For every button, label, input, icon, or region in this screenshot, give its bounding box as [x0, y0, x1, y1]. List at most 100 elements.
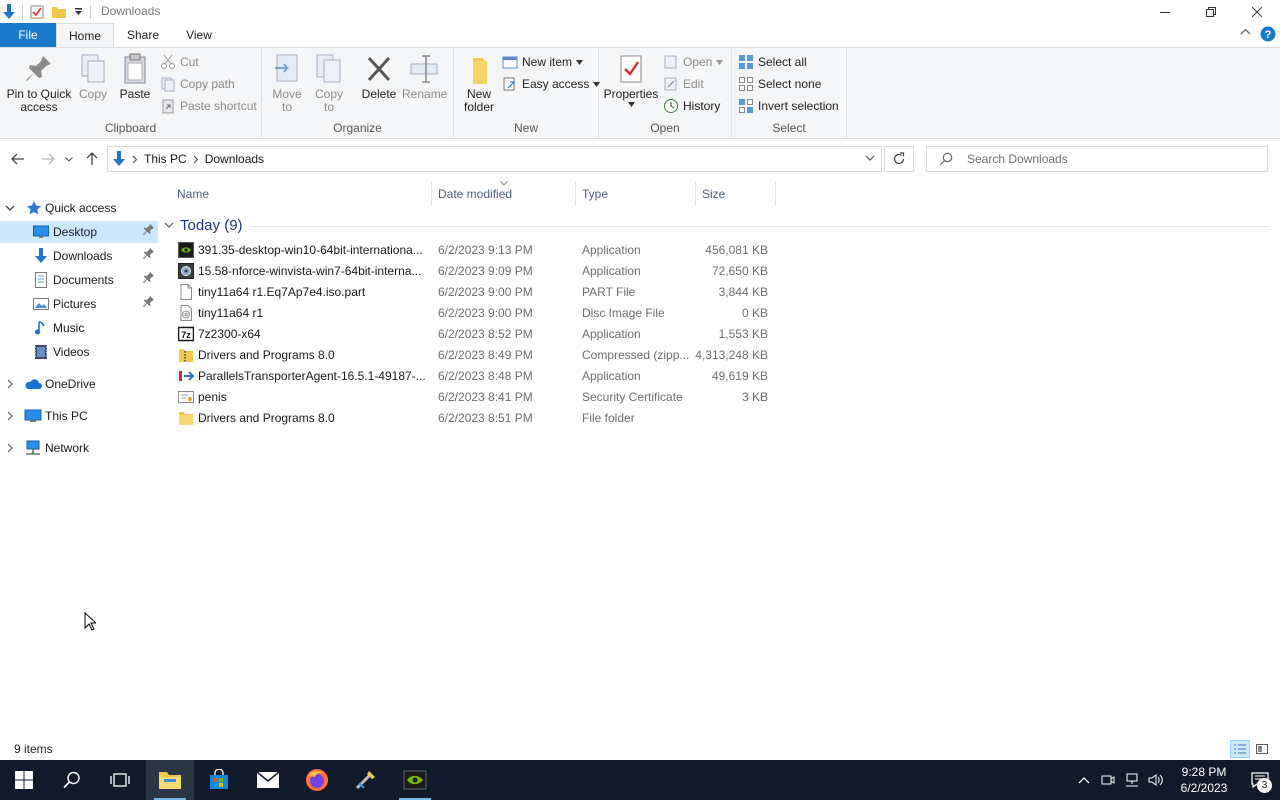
customize-qat-icon[interactable]: [70, 0, 86, 23]
nav-item-music[interactable]: Music: [0, 317, 158, 339]
close-button[interactable]: [1234, 0, 1280, 23]
collapse-ribbon-icon[interactable]: [1240, 28, 1251, 35]
history-button[interactable]: History: [663, 96, 720, 116]
taskbar-search-button[interactable]: [48, 760, 96, 800]
file-row[interactable]: Drivers and Programs 8.0 6/2/2023 8:49 P…: [174, 345, 774, 366]
minimize-button[interactable]: [1142, 0, 1188, 23]
open-button[interactable]: Open: [663, 52, 724, 72]
back-button[interactable]: [8, 148, 28, 170]
select-none-button[interactable]: Select none: [738, 74, 821, 94]
select-all-button[interactable]: Select all: [738, 52, 807, 72]
restore-button[interactable]: [1188, 0, 1234, 23]
column-header-name-label: Name: [177, 187, 210, 201]
address-history-dropdown[interactable]: [865, 151, 875, 168]
help-icon[interactable]: ?: [1260, 26, 1276, 42]
properties-check-icon[interactable]: [26, 0, 48, 23]
column-header-type[interactable]: Type: [582, 180, 694, 208]
address-bar[interactable]: This PC Downloads: [107, 146, 882, 172]
collapsed-chevron-icon[interactable]: [4, 442, 16, 454]
copy-path-button[interactable]: Copy path: [160, 74, 235, 94]
pin-icon[interactable]: [143, 296, 154, 310]
collapsed-chevron-icon[interactable]: [4, 378, 16, 390]
breadcrumb-downloads[interactable]: Downloads: [205, 152, 264, 166]
paste-shortcut-button[interactable]: Paste shortcut: [160, 96, 257, 116]
downloads-arrow-icon[interactable]: [0, 0, 18, 23]
search-box[interactable]: [926, 146, 1268, 172]
meet-now-icon[interactable]: [1096, 760, 1120, 800]
taskbar-mail[interactable]: [244, 760, 292, 800]
new-folder-button[interactable]: New folder: [460, 52, 498, 114]
taskbar-nvidia-installer[interactable]: [391, 760, 439, 800]
cut-button[interactable]: Cut: [160, 52, 199, 72]
large-icons-view-button[interactable]: [1252, 740, 1272, 758]
tab-file[interactable]: File: [0, 23, 56, 47]
file-row[interactable]: ParallelsTransporterAgent-16.5.1-49187-.…: [174, 366, 774, 387]
volume-speaker-icon[interactable]: [1144, 760, 1168, 800]
column-divider[interactable]: [695, 182, 696, 206]
new-item-button[interactable]: New item: [502, 52, 584, 72]
forward-button[interactable]: [38, 148, 58, 170]
action-center-button[interactable]: 3: [1240, 760, 1280, 800]
copy-to-button[interactable]: Copy to: [312, 52, 346, 114]
downloads-icon: [33, 248, 49, 264]
column-header-size[interactable]: Size: [702, 180, 774, 208]
nav-item-videos[interactable]: Videos: [0, 341, 158, 363]
nav-item-downloads[interactable]: Downloads: [0, 245, 158, 267]
taskbar-microsoft-store[interactable]: [195, 760, 243, 800]
file-row[interactable]: tiny11a64 r1.Eq7Ap7e4.iso.part 6/2/2023 …: [174, 282, 774, 303]
invert-selection-button[interactable]: Invert selection: [738, 96, 839, 116]
pin-to-quick-access-button[interactable]: Pin to Quick access: [4, 52, 74, 114]
paste-button[interactable]: Paste: [117, 52, 153, 101]
nav-quick-access[interactable]: Quick access: [0, 197, 158, 219]
task-view-button[interactable]: [96, 760, 144, 800]
breadcrumb-this-pc[interactable]: This PC: [144, 152, 187, 166]
delete-button[interactable]: Delete: [358, 52, 400, 101]
nav-onedrive[interactable]: OneDrive: [0, 373, 158, 395]
taskbar-app-tools[interactable]: [342, 760, 390, 800]
tab-home[interactable]: Home: [56, 23, 114, 48]
column-divider[interactable]: [775, 182, 776, 206]
nav-item-desktop[interactable]: Desktop: [0, 221, 158, 243]
clock[interactable]: 9:28 PM 6/2/2023: [1168, 764, 1240, 796]
network-status-icon[interactable]: [1120, 760, 1144, 800]
move-to-button[interactable]: Move to: [270, 52, 304, 114]
up-button[interactable]: [82, 148, 102, 170]
column-header-date[interactable]: Date modified: [438, 180, 574, 208]
pin-icon[interactable]: [143, 224, 154, 238]
nav-this-pc[interactable]: This PC: [0, 405, 158, 427]
tab-share[interactable]: Share: [116, 23, 170, 47]
group-collapse-chevron-icon[interactable]: [164, 222, 174, 229]
nav-item-pictures[interactable]: Pictures: [0, 293, 158, 315]
recent-locations-button[interactable]: [62, 148, 76, 170]
tab-view[interactable]: View: [172, 23, 226, 47]
pin-icon[interactable]: [143, 272, 154, 286]
show-hidden-icons-chevron-icon[interactable]: [1072, 760, 1096, 800]
search-input[interactable]: [967, 151, 1257, 167]
taskbar-file-explorer[interactable]: [146, 760, 194, 800]
file-row[interactable]: 15.58-nforce-winvista-win7-64bit-interna…: [174, 261, 774, 282]
file-row[interactable]: 391.35-desktop-win10-64bit-internationa.…: [174, 240, 774, 261]
column-divider[interactable]: [431, 182, 432, 206]
column-header-name[interactable]: Name: [177, 180, 431, 208]
file-row[interactable]: Drivers and Programs 8.0 6/2/2023 8:51 P…: [174, 408, 774, 429]
start-button[interactable]: [0, 760, 48, 800]
file-row[interactable]: penis 6/2/2023 8:41 PM Security Certific…: [174, 387, 774, 408]
column-divider[interactable]: [575, 182, 576, 206]
rename-button[interactable]: Rename: [402, 52, 447, 101]
group-header-today[interactable]: Today (9): [164, 214, 243, 236]
collapsed-chevron-icon[interactable]: [4, 410, 16, 422]
easy-access-button[interactable]: Easy access: [502, 74, 601, 94]
taskbar-firefox[interactable]: [293, 760, 341, 800]
edit-button[interactable]: Edit: [663, 74, 704, 94]
nav-item-documents[interactable]: Documents: [0, 269, 158, 291]
refresh-button[interactable]: [884, 146, 914, 172]
properties-button[interactable]: Properties: [603, 52, 659, 107]
details-view-button[interactable]: [1230, 740, 1250, 758]
expanded-chevron-icon[interactable]: [4, 202, 16, 214]
file-row[interactable]: tiny11a64 r1 6/2/2023 9:00 PM Disc Image…: [174, 303, 774, 324]
file-row[interactable]: 7z 7z2300-x64 6/2/2023 8:52 PM Applicati…: [174, 324, 774, 345]
nav-network[interactable]: Network: [0, 437, 158, 459]
pin-icon[interactable]: [143, 248, 154, 262]
copy-button[interactable]: Copy: [76, 52, 110, 101]
new-folder-quick-icon[interactable]: [48, 0, 70, 23]
